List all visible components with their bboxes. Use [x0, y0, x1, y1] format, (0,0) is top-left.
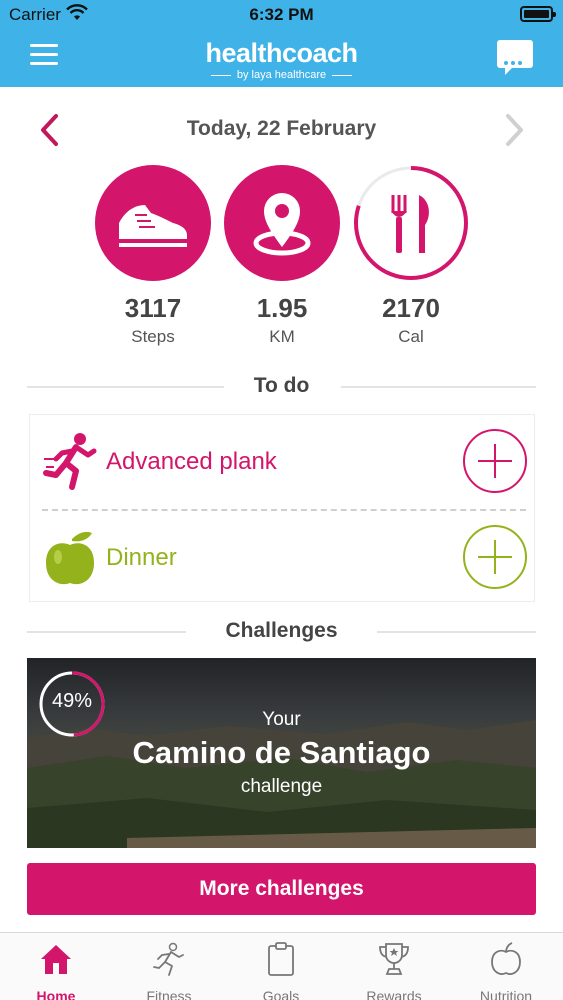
nav-bar: Carrier 6:32 PM healthcoach by laya heal… — [0, 0, 563, 87]
tab-label: Fitness — [146, 988, 192, 1000]
tab-home[interactable]: Home — [0, 941, 112, 1000]
calories-unit: Cal — [398, 327, 424, 346]
add-plank-button[interactable] — [463, 429, 527, 493]
fitness-figure-icon — [153, 942, 184, 976]
steps-stat[interactable]: 3117 Steps — [95, 165, 211, 347]
distance-value: 1.95 — [256, 293, 308, 323]
steps-circle — [95, 165, 211, 281]
date-title: Today, 22 February — [186, 117, 377, 140]
app-logo: healthcoach by laya healthcare — [0, 38, 563, 81]
steps-unit: Steps — [131, 327, 175, 346]
banner-line3: challenge — [240, 776, 323, 797]
tab-goals[interactable]: Goals — [225, 941, 337, 1000]
steps-value: 3117 — [124, 293, 182, 323]
home-icon — [41, 945, 71, 974]
tab-label: Home — [36, 988, 76, 1000]
challenges-heading-label: Challenges — [225, 619, 338, 642]
chevron-right-icon — [506, 114, 523, 146]
distance-circle — [224, 165, 340, 281]
todo-item-label: Dinner — [106, 544, 177, 571]
tab-fitness[interactable]: Fitness — [113, 941, 225, 1000]
apple-outline-icon — [491, 942, 521, 975]
battery-icon — [520, 6, 556, 22]
banner-line1: Your — [262, 709, 301, 730]
clock: 6:32 PM — [249, 5, 314, 24]
todo-item-label: Advanced plank — [106, 448, 277, 475]
tab-label: Goals — [262, 988, 300, 1000]
running-figure-icon — [43, 433, 97, 490]
challenge-title: Camino de Santiago — [132, 735, 431, 770]
trophy-icon — [379, 943, 409, 975]
todo-item-advanced-plank[interactable]: Advanced plank — [30, 415, 536, 509]
add-dinner-button[interactable] — [463, 525, 527, 589]
tab-bar: Home Fitness Goals Rewards Nutrition — [0, 932, 563, 1000]
next-day-button[interactable] — [503, 112, 527, 148]
calories-stat[interactable]: 2170 Cal — [353, 165, 469, 347]
clipboard-icon — [268, 942, 294, 976]
logo-text: healthcoach — [205, 38, 358, 68]
calories-value: 2170 — [382, 293, 440, 323]
apple-icon — [46, 531, 94, 585]
todo-heading: To do — [27, 372, 536, 402]
status-bar: Carrier 6:32 PM — [0, 0, 563, 30]
tab-rewards[interactable]: Rewards — [338, 941, 450, 1000]
challenges-heading: Challenges — [27, 617, 536, 647]
distance-stat[interactable]: 1.95 KM — [224, 165, 340, 347]
chat-bubble-icon — [504, 52, 525, 70]
todo-heading-label: To do — [253, 374, 310, 397]
more-challenges-button[interactable]: More challenges — [27, 863, 536, 915]
challenge-banner[interactable]: 49% Your Camino de Santiago challenge — [27, 658, 536, 848]
calories-ring — [353, 165, 469, 281]
distance-unit: KM — [269, 327, 295, 346]
todo-item-dinner[interactable]: Dinner — [30, 511, 536, 605]
location-pin-icon — [253, 193, 311, 256]
shoe-icon — [119, 205, 187, 247]
tab-label: Rewards — [366, 988, 422, 1000]
tab-label: Nutrition — [479, 988, 533, 1000]
todo-card: Advanced plank Dinner — [29, 414, 535, 602]
tab-nutrition[interactable]: Nutrition — [450, 941, 562, 1000]
chat-button[interactable] — [497, 40, 533, 75]
fork-knife-icon — [391, 195, 429, 253]
logo-tagline: by laya healthcare — [0, 69, 563, 81]
